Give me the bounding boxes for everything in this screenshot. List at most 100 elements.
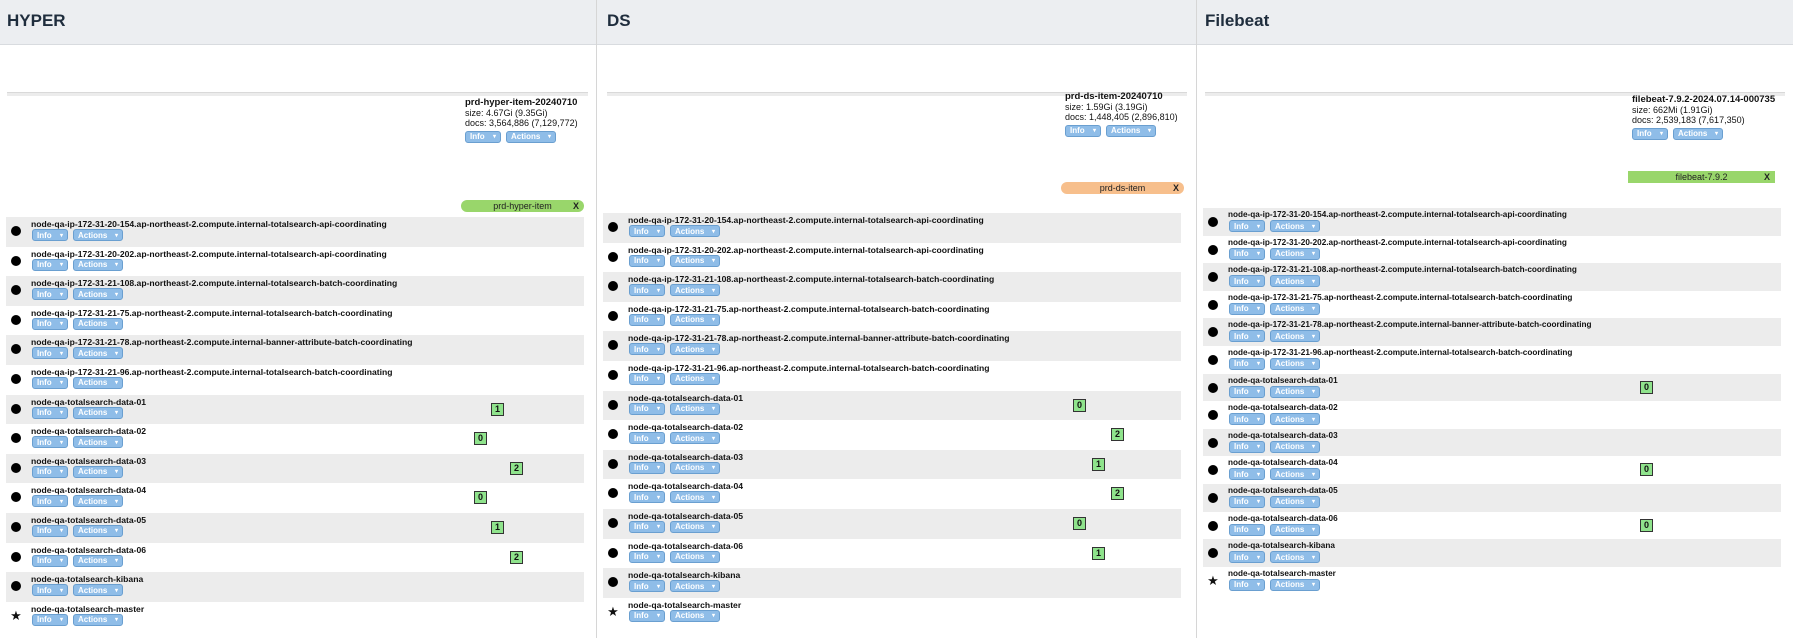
node-actions-button[interactable]: Actions ▾ [73, 436, 123, 449]
node-info-button[interactable]: Info ▾ [32, 436, 68, 449]
shard-box[interactable]: 2 [1111, 487, 1124, 501]
shard-box[interactable]: 1 [1092, 546, 1105, 560]
node-info-button[interactable]: Info ▾ [629, 580, 665, 593]
node-info-button[interactable]: Info ▾ [32, 258, 68, 271]
node-info-button[interactable]: Info ▾ [32, 465, 68, 478]
node-actions-button[interactable]: Actions ▾ [670, 313, 720, 326]
node-info-button[interactable]: Info ▾ [1229, 523, 1265, 536]
node-info-button[interactable]: Info ▾ [1229, 357, 1265, 370]
alias-tag[interactable]: prd-ds-item X [1061, 182, 1184, 194]
node-actions-button[interactable]: Actions ▾ [670, 254, 720, 267]
node-actions-button[interactable]: Actions ▾ [73, 524, 123, 537]
node-info-button[interactable]: Info ▾ [629, 372, 665, 385]
node-info-button[interactable]: Info ▾ [1229, 578, 1265, 591]
shard-box[interactable]: 1 [491, 402, 504, 416]
node-info-button[interactable]: Info ▾ [32, 584, 68, 597]
node-info-button[interactable]: Info ▾ [629, 343, 665, 356]
node-actions-button[interactable]: Actions ▾ [73, 613, 123, 626]
node-actions-button[interactable]: Actions ▾ [1270, 247, 1320, 260]
node-info-button[interactable]: Info ▾ [1229, 495, 1265, 508]
node-actions-button[interactable]: Actions ▾ [1270, 413, 1320, 426]
node-actions-button[interactable]: Actions ▾ [670, 609, 720, 622]
shard-box[interactable]: 1 [1092, 457, 1105, 471]
node-info-button[interactable]: Info ▾ [1229, 247, 1265, 260]
node-actions-button[interactable]: Actions ▾ [73, 584, 123, 597]
node-info-button[interactable]: Info ▾ [1229, 330, 1265, 343]
node-actions-button[interactable]: Actions ▾ [73, 229, 123, 241]
node-actions-button[interactable]: Actions ▾ [1270, 275, 1320, 288]
node-actions-button[interactable]: Actions ▾ [1270, 468, 1320, 481]
alias-tag[interactable]: prd-hyper-item X [461, 200, 584, 212]
node-info-button[interactable]: Info ▾ [32, 317, 68, 330]
node-actions-button[interactable]: Actions ▾ [670, 284, 720, 297]
node-info-button[interactable]: Info ▾ [1229, 551, 1265, 564]
shard-box[interactable]: 0 [1073, 398, 1086, 412]
node-actions-button[interactable]: Actions ▾ [73, 288, 123, 301]
node-info-button[interactable]: Info ▾ [629, 402, 665, 415]
node-info-button[interactable]: Info ▾ [32, 229, 68, 241]
shard-box[interactable]: 0 [474, 432, 487, 446]
node-info-button[interactable]: Info ▾ [1229, 220, 1265, 232]
node-actions-button[interactable]: Actions ▾ [670, 580, 720, 593]
node-actions-button[interactable]: Actions ▾ [73, 554, 123, 567]
node-info-button[interactable]: Info ▾ [1229, 385, 1265, 398]
shard-box[interactable]: 0 [1640, 518, 1653, 532]
node-info-button[interactable]: Info ▾ [32, 347, 68, 360]
node-info-button[interactable]: Info ▾ [32, 288, 68, 301]
index-actions-button[interactable]: Actions ▾ [1673, 128, 1723, 140]
node-actions-button[interactable]: Actions ▾ [670, 402, 720, 415]
shard-box[interactable]: 0 [1640, 463, 1653, 477]
node-info-button[interactable]: Info ▾ [629, 254, 665, 267]
node-info-button[interactable]: Info ▾ [32, 554, 68, 567]
node-info-button[interactable]: Info ▾ [629, 491, 665, 504]
node-actions-button[interactable]: Actions ▾ [670, 432, 720, 445]
node-info-button[interactable]: Info ▾ [629, 609, 665, 622]
node-info-button[interactable]: Info ▾ [629, 550, 665, 563]
node-info-button[interactable]: Info ▾ [629, 432, 665, 445]
alias-tag[interactable]: filebeat-7.9.2 X [1628, 171, 1775, 183]
node-actions-button[interactable]: Actions ▾ [73, 317, 123, 330]
node-actions-button[interactable]: Actions ▾ [670, 550, 720, 563]
node-info-button[interactable]: Info ▾ [1229, 413, 1265, 426]
shard-box[interactable]: 0 [1640, 380, 1653, 394]
node-actions-button[interactable]: Actions ▾ [670, 372, 720, 385]
node-actions-button[interactable]: Actions ▾ [670, 491, 720, 504]
shard-box[interactable]: 2 [510, 461, 523, 475]
node-info-button[interactable]: Info ▾ [32, 376, 68, 389]
node-actions-button[interactable]: Actions ▾ [670, 343, 720, 356]
shard-box[interactable]: 1 [491, 520, 504, 534]
node-actions-button[interactable]: Actions ▾ [73, 258, 123, 271]
node-info-button[interactable]: Info ▾ [32, 406, 68, 419]
node-actions-button[interactable]: Actions ▾ [670, 225, 720, 237]
node-actions-button[interactable]: Actions ▾ [1270, 440, 1320, 453]
node-info-button[interactable]: Info ▾ [1229, 275, 1265, 288]
index-info-button[interactable]: Info ▾ [1632, 128, 1668, 140]
node-actions-button[interactable]: Actions ▾ [73, 376, 123, 389]
node-info-button[interactable]: Info ▾ [629, 461, 665, 474]
node-info-button[interactable]: Info ▾ [629, 284, 665, 297]
shard-box[interactable]: 2 [1111, 428, 1124, 442]
node-actions-button[interactable]: Actions ▾ [670, 461, 720, 474]
shard-box[interactable]: 0 [1073, 516, 1086, 530]
shard-box[interactable]: 2 [510, 550, 523, 564]
index-info-button[interactable]: Info ▾ [1065, 125, 1101, 137]
node-actions-button[interactable]: Actions ▾ [1270, 220, 1320, 232]
node-actions-button[interactable]: Actions ▾ [73, 347, 123, 360]
shard-box[interactable]: 0 [474, 491, 487, 505]
node-info-button[interactable]: Info ▾ [629, 225, 665, 237]
node-info-button[interactable]: Info ▾ [32, 613, 68, 626]
alias-remove-icon[interactable]: X [573, 200, 579, 212]
alias-remove-icon[interactable]: X [1764, 171, 1770, 183]
node-info-button[interactable]: Info ▾ [32, 495, 68, 508]
index-actions-button[interactable]: Actions ▾ [506, 131, 556, 143]
node-actions-button[interactable]: Actions ▾ [1270, 302, 1320, 315]
node-actions-button[interactable]: Actions ▾ [1270, 330, 1320, 343]
node-actions-button[interactable]: Actions ▾ [1270, 385, 1320, 398]
node-actions-button[interactable]: Actions ▾ [73, 495, 123, 508]
node-info-button[interactable]: Info ▾ [629, 520, 665, 533]
node-actions-button[interactable]: Actions ▾ [1270, 495, 1320, 508]
node-info-button[interactable]: Info ▾ [1229, 468, 1265, 481]
node-actions-button[interactable]: Actions ▾ [1270, 357, 1320, 370]
node-actions-button[interactable]: Actions ▾ [1270, 523, 1320, 536]
index-actions-button[interactable]: Actions ▾ [1106, 125, 1156, 137]
